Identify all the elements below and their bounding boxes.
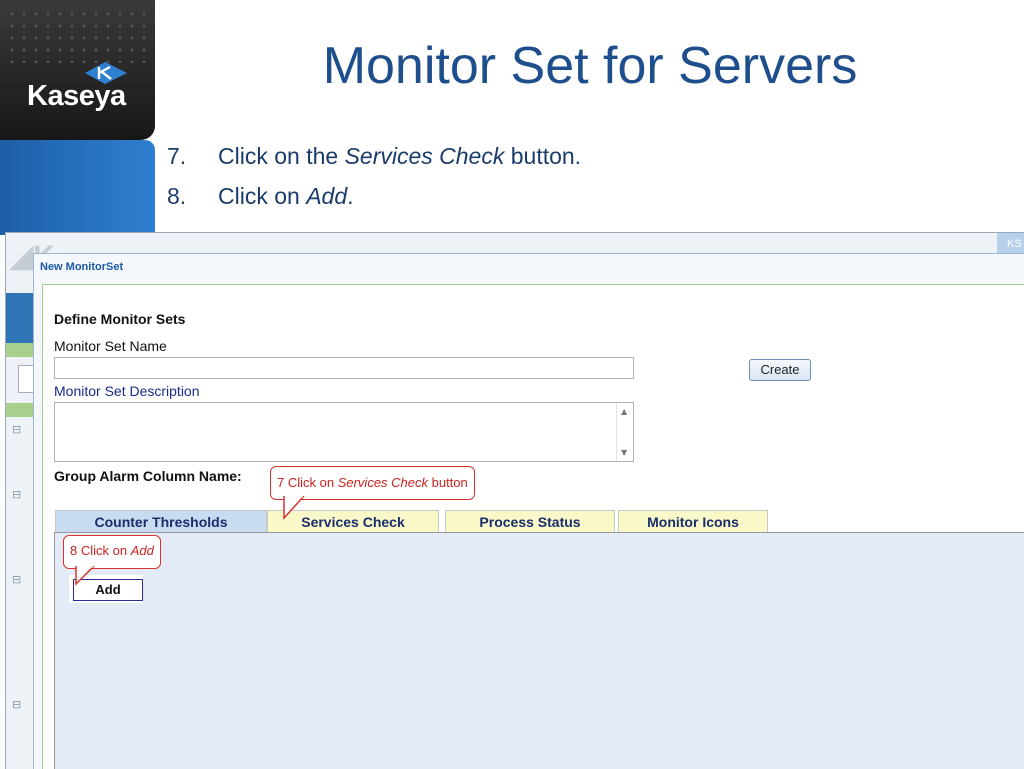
- scroll-down-icon[interactable]: ▼: [621, 448, 627, 457]
- logo-text: Kaseya: [27, 80, 126, 112]
- step-text: Click on the Services Check button.: [218, 143, 582, 169]
- sidebar-header[interactable]: [6, 293, 34, 345]
- monitor-set-description-input[interactable]: ▲ ▼: [54, 402, 634, 462]
- step-list: 7. Click on the Services Check button. 8…: [167, 140, 581, 220]
- description-scrollbar[interactable]: ▲ ▼: [616, 403, 633, 461]
- monitor-set-description-label: Monitor Set Description: [54, 383, 200, 399]
- new-monitorset-dialog: New MonitorSet Define Monitor Sets Monit…: [33, 253, 1024, 769]
- step-number: 7.: [167, 143, 187, 169]
- expand-icon[interactable]: ⊟: [12, 423, 21, 436]
- step-item: 7. Click on the Services Check button.: [167, 140, 581, 180]
- section-heading: Define Monitor Sets: [54, 311, 186, 327]
- expand-icon[interactable]: ⊟: [12, 488, 21, 501]
- callout-step7-pointer: [283, 496, 305, 520]
- tab-counter-thresholds[interactable]: Counter Thresholds: [55, 510, 267, 534]
- step-text: Click on Add.: [218, 183, 354, 209]
- dialog-body: Define Monitor Sets Monitor Set Name Cre…: [42, 284, 1024, 769]
- expand-icon[interactable]: ⊟: [12, 698, 21, 711]
- tab-monitor-icons[interactable]: Monitor Icons: [618, 510, 768, 534]
- scroll-up-icon[interactable]: ▲: [621, 407, 627, 416]
- callout-step8-pointer: [75, 566, 95, 586]
- counter-thresholds-panel: Add: [54, 532, 1024, 769]
- step-number: 8.: [167, 183, 187, 209]
- sidebar-green-bar: [6, 343, 34, 357]
- logo-dot-pattern: [6, 8, 151, 63]
- create-button[interactable]: Create: [749, 359, 811, 381]
- kaseya-logo: Kaseya: [0, 0, 155, 140]
- group-alarm-column-label: Group Alarm Column Name:: [54, 468, 242, 484]
- left-accent-bar: [0, 140, 155, 235]
- callout-step8: 8 Click on Add: [63, 535, 161, 569]
- step-item: 8. Click on Add.: [167, 180, 581, 220]
- sidebar-search-box[interactable]: [18, 365, 34, 393]
- slide-title: Monitor Set for Servers: [322, 37, 858, 95]
- dialog-title: New MonitorSet: [40, 261, 124, 273]
- app-sidebar: ⊟ ⊟ ⊟ ⊟: [6, 273, 34, 769]
- sidebar-green-bar: [6, 403, 34, 417]
- tab-process-status[interactable]: Process Status: [445, 510, 615, 534]
- callout-step7: 7 Click on Services Check button: [270, 466, 475, 500]
- monitor-set-name-input[interactable]: [54, 357, 634, 379]
- app-screenshot: ◢K KS ⊟ ⊟ ⊟ ⊟ New MonitorSet Define Moni…: [5, 232, 1024, 769]
- corner-tab[interactable]: KS: [997, 233, 1024, 255]
- expand-icon[interactable]: ⊟: [12, 573, 21, 586]
- monitor-set-name-label: Monitor Set Name: [54, 338, 167, 354]
